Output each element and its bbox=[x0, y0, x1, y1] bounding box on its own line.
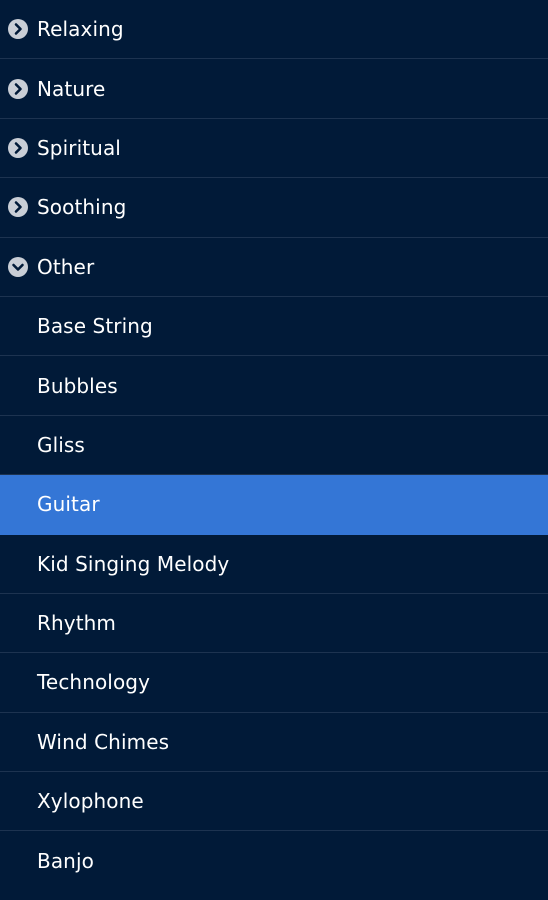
sound-item-label: Kid Singing Melody bbox=[37, 551, 230, 576]
group-other[interactable]: Other bbox=[0, 238, 548, 297]
sound-item-guitar[interactable]: Guitar bbox=[0, 475, 548, 535]
sound-item-xylophone[interactable]: Xylophone bbox=[0, 772, 548, 832]
sound-item-banjo[interactable]: Banjo bbox=[0, 831, 548, 890]
sound-item-label: Gliss bbox=[37, 432, 85, 457]
sound-item-label: Rhythm bbox=[37, 611, 117, 636]
sound-item-label: Wind Chimes bbox=[37, 729, 170, 754]
sound-item-label: Guitar bbox=[37, 492, 100, 517]
group-label: Soothing bbox=[37, 195, 127, 220]
sound-item-label: Bubbles bbox=[37, 373, 118, 398]
chevron-right-circle-icon bbox=[7, 18, 29, 40]
chevron-down-circle-icon bbox=[7, 256, 29, 278]
chevron-right-circle-icon bbox=[7, 196, 29, 218]
group-nature[interactable]: Nature bbox=[0, 59, 548, 119]
sound-item-label: Banjo bbox=[37, 849, 94, 874]
sound-item-wind-chimes[interactable]: Wind Chimes bbox=[0, 713, 548, 773]
sound-category-list: Relaxing Nature Spiritual Soothing Other… bbox=[0, 0, 548, 900]
sound-item-label: Technology bbox=[37, 670, 151, 695]
sound-item-bubbles[interactable]: Bubbles bbox=[0, 356, 548, 416]
sound-item-base-string[interactable]: Base String bbox=[0, 297, 548, 357]
group-label: Other bbox=[37, 254, 95, 279]
sound-item-gliss[interactable]: Gliss bbox=[0, 416, 548, 476]
sound-item-rhythm[interactable]: Rhythm bbox=[0, 594, 548, 654]
sound-item-technology[interactable]: Technology bbox=[0, 653, 548, 713]
group-relaxing[interactable]: Relaxing bbox=[0, 0, 548, 60]
sound-item-label: Xylophone bbox=[37, 789, 144, 814]
group-soothing[interactable]: Soothing bbox=[0, 178, 548, 238]
group-label: Relaxing bbox=[37, 17, 124, 42]
group-label: Nature bbox=[37, 76, 106, 101]
sound-item-kid-singing-melody[interactable]: Kid Singing Melody bbox=[0, 535, 548, 594]
chevron-right-circle-icon bbox=[7, 78, 29, 100]
sound-item-label: Base String bbox=[37, 314, 153, 339]
group-label: Spiritual bbox=[37, 135, 121, 160]
group-spiritual[interactable]: Spiritual bbox=[0, 119, 548, 179]
chevron-right-circle-icon bbox=[7, 137, 29, 159]
